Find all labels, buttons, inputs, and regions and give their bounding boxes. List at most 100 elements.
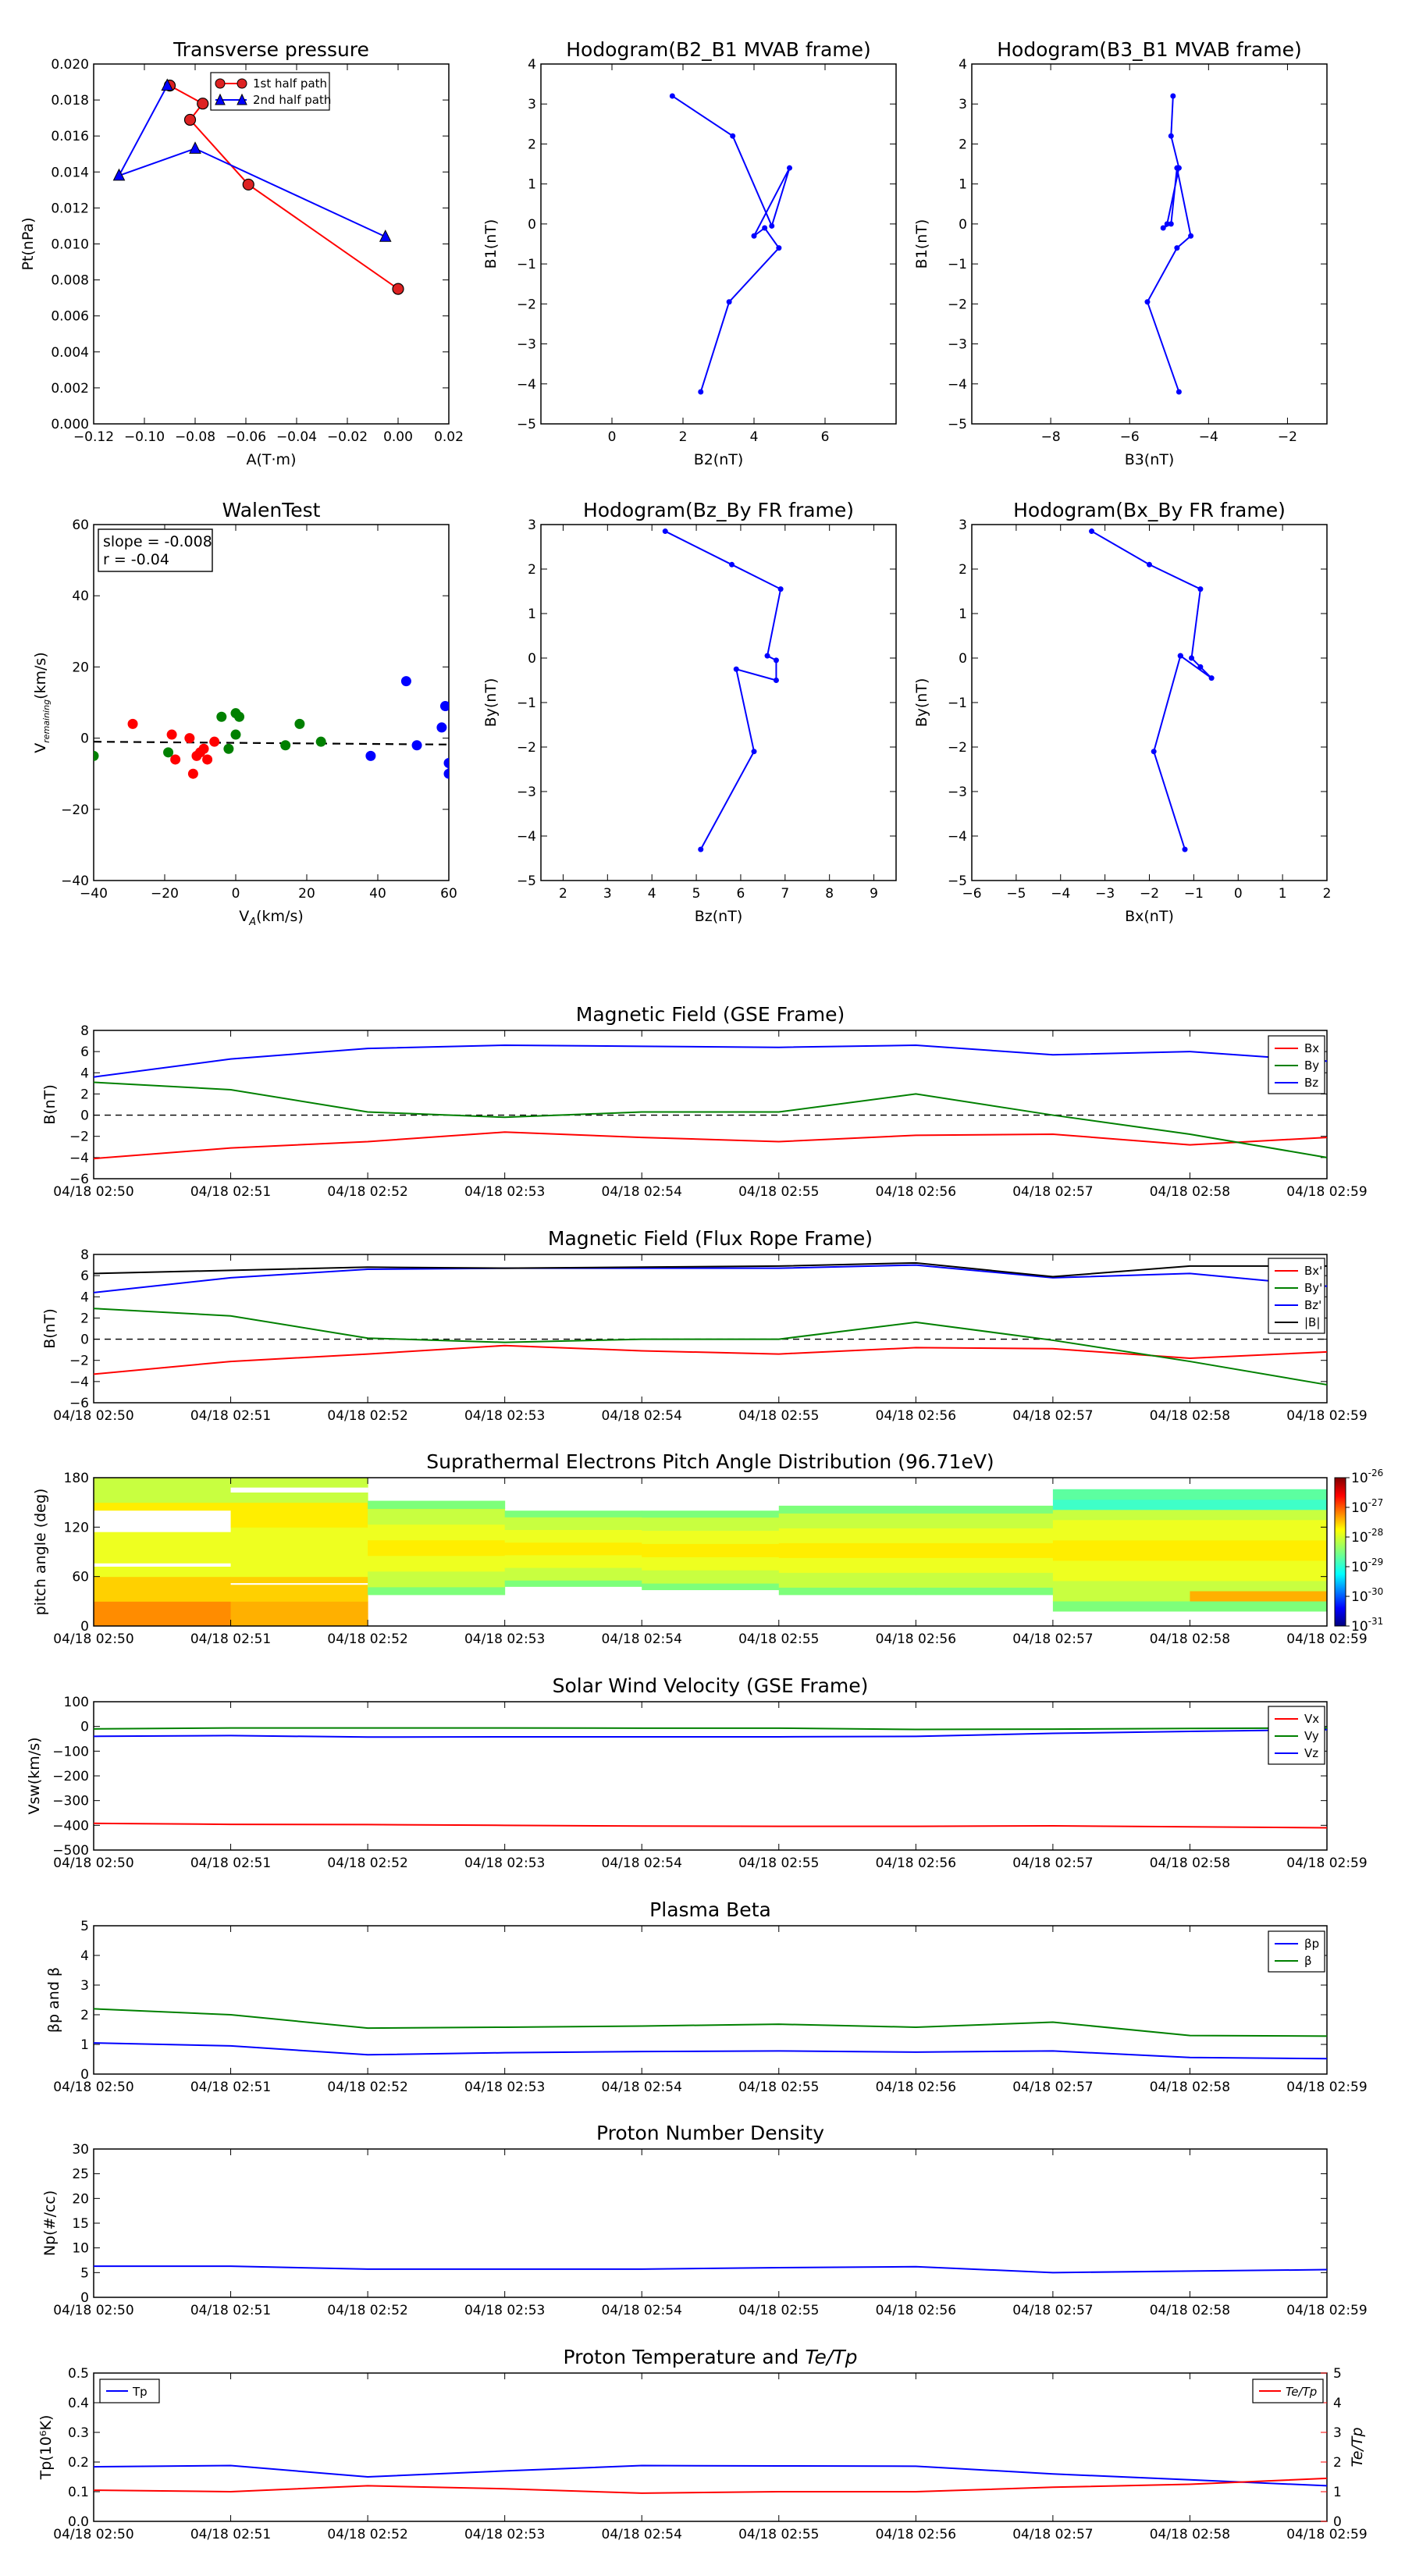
pad-heat-cell [916,1542,1054,1551]
tp-title-text: Proton Temperature and [564,2346,806,2368]
pad-colorbar-base: 10 [1351,1589,1368,1605]
mag_gse-xtick-label: 04/18 02:56 [876,1184,956,1200]
np-xtick-label: 04/18 02:56 [876,2303,956,2318]
mag_fr-ytick-label: −2 [69,1354,89,1369]
pad-heat-cell [94,1552,232,1565]
pad-colorbar-base: 10 [1351,1560,1368,1575]
pad-heat-cell [916,1528,1054,1536]
hodo_b3b1-ytick-label: 2 [959,137,967,152]
transverse_pressure-legend-label-2: 2nd half path [253,93,331,107]
walen-point-green [216,711,227,722]
hodo_bzby-trace-point [729,561,735,568]
pad-heat-cell [1052,1550,1190,1561]
vsw-xtick-label: 04/18 02:52 [327,1856,407,1871]
hodo_b2b1-xtick-label: 0 [608,429,617,445]
np-xtick-label: 04/18 02:51 [190,2303,271,2318]
pad-heat-cell [94,1539,232,1553]
tp-xtick-label: 04/18 02:51 [190,2527,271,2542]
mag_gse-legend-label: By [1304,1059,1319,1073]
hodo_b2b1-title: Hodogram(B2_B1 MVAB frame) [566,38,871,61]
pad-heat-cell [94,1478,232,1491]
np-xtick-label: 04/18 02:58 [1150,2303,1230,2318]
vsw-series-Vy [93,1727,1328,1731]
pad-heat-cell [642,1550,780,1557]
tp-title-math: Te/Tp [805,2346,857,2368]
pad-xtick-label: 04/18 02:53 [464,1631,545,1647]
pad-heat-cell [642,1557,780,1564]
hodo_bzby-trace-point [773,657,779,664]
pad-colorbar-label: 10-30 [1351,1586,1383,1605]
hodo_b2b1-trace-point [698,389,704,395]
hodo_b3b1-ytick-label: 0 [959,217,967,233]
mag_gse-series-Bz [93,1044,1328,1078]
pad-heat-cell [1190,1489,1328,1500]
hodo_b2b1-xtick-label: 2 [679,429,688,445]
walen-ytick-label: 0 [80,731,89,747]
beta-xtick-label: 04/18 02:51 [190,2080,271,2095]
hodo_bzby-trace-point [733,666,739,672]
hodo_bxby-trace-point [1197,586,1204,592]
pad-heat-cell [368,1516,506,1525]
mag_gse-ytick-label: 0 [80,1108,89,1124]
vsw-xtick-label: 04/18 02:57 [1012,1856,1093,1871]
pad-heat-gap [230,1583,368,1585]
tp-ylabel: Tp(10⁶K) [37,2415,55,2481]
transverse_pressure-xtick-label: −0.04 [276,429,317,445]
transverse_pressure-ytick-label: 0.012 [51,201,89,216]
vsw-series-Vz [93,1728,1328,1738]
pad-colorbar-label: 10-27 [1351,1497,1383,1516]
pad-heat-cell [1052,1509,1190,1521]
pad-heat-cell [1190,1539,1328,1551]
pad-heat-cell [916,1564,1054,1573]
np-ytick-label: 0 [80,2290,89,2306]
hodo_b3b1-xtick-label: −6 [1120,429,1140,445]
pad-heat-cell [504,1517,642,1524]
pad-heat-cell [916,1572,1054,1581]
hodo_bzby-ytick-label: 2 [528,562,536,578]
pad-heat-cell [230,1614,368,1627]
mag_gse-legend-label: Bz [1304,1076,1318,1090]
hodo_bxby-xtick-label: 1 [1279,886,1287,902]
hodo_bzby-ytick-label: −2 [517,740,536,756]
beta-xtick-label: 04/18 02:50 [53,2080,133,2095]
vsw-legend-label: Vz [1304,1746,1318,1760]
mag_gse-ytick-label: −6 [69,1172,89,1187]
tp-xtick-label: 04/18 02:54 [602,2527,682,2542]
hodo_b3b1-xtick-label: −4 [1199,429,1218,445]
transverse_pressure-xtick-label: −0.02 [327,429,368,445]
vsw-xtick-label: 04/18 02:54 [602,1856,682,1871]
tp-ytick-label: 0.5 [68,2366,89,2382]
vsw-ytick-label: 100 [64,1695,89,1710]
transverse_pressure-legend-label-1: 1st half path [253,76,327,91]
pad-heat-cell [642,1576,780,1584]
pad-heat-cell [1052,1539,1190,1551]
hodo_b2b1-frame [540,63,897,425]
pad-heat-cell [778,1564,916,1573]
pad-heat-cell [642,1583,780,1591]
mag_gse-xtick-label: 04/18 02:58 [1150,1184,1230,1200]
hodo_bxby-trace-point [1151,749,1157,755]
pad-colorbar-base: 10 [1351,1530,1368,1546]
mag_gse-xtick-label: 04/18 02:52 [327,1184,407,1200]
pad-colorbar-exponent: -30 [1368,1586,1384,1597]
pad-xtick-label: 04/18 02:58 [1150,1631,1230,1647]
pad-heat-cell [1052,1489,1190,1500]
mag_gse-series-Bx [93,1131,1328,1160]
hodo_bxby-xtick-label: −1 [1184,886,1204,902]
pad-title: Suprathermal Electrons Pitch Angle Distr… [426,1450,994,1473]
hodo_bzby-ytick-label: −3 [517,785,536,800]
mag_fr-xtick-label: 04/18 02:55 [738,1408,819,1424]
pad-ytick-label: 120 [64,1520,89,1535]
pad-heat-cell [94,1576,232,1589]
hodo_bzby-trace-point [751,749,757,755]
hodo_b3b1-ytick-label: −4 [948,377,967,393]
transverse_pressure-ytick-label: 0.008 [51,273,89,289]
hodo_bxby-xtick-label: −3 [1095,886,1115,902]
tp-series-Tp [93,2464,1328,2487]
beta-title: Plasma Beta [649,1898,771,1921]
np-ytick-label: 25 [72,2167,89,2183]
pad-heat-cell [368,1500,506,1510]
hodo_bzby-xtick-label: 2 [559,886,567,902]
walen-point-red [184,733,195,744]
mag_fr-xtick-label: 04/18 02:54 [602,1408,682,1424]
